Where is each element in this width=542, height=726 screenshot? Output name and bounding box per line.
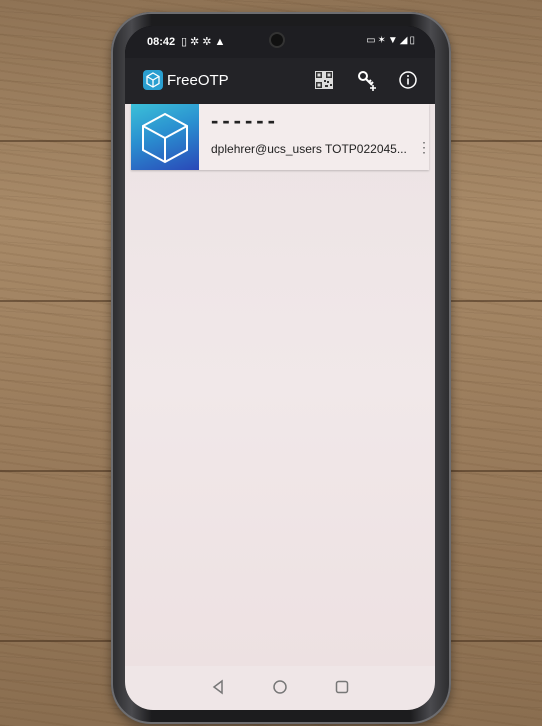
front-camera (271, 34, 283, 46)
add-key-icon[interactable] (357, 70, 377, 92)
cube-icon (142, 112, 188, 164)
status-bar: 08:42 ▯✲✲▲ ▭✶▼◢▯ (125, 26, 435, 58)
phone-device: 08:42 ▯✲✲▲ ▭✶▼◢▯ FreeOTP ------ dplehrer… (111, 12, 451, 724)
notification-icons: ▯✲✲▲ (181, 36, 229, 48)
app-logo-icon (143, 70, 163, 90)
info-icon[interactable] (398, 70, 418, 90)
token-label: dplehrer@ucs_users TOTP022045... (211, 142, 407, 156)
app-title: FreeOTP (167, 72, 229, 89)
recents-icon[interactable] (333, 678, 351, 696)
navigation-bar (125, 666, 435, 710)
token-code: ------ (211, 108, 279, 133)
qr-code-icon[interactable] (315, 71, 333, 89)
system-status-icons: ▭✶▼◢▯ (366, 35, 417, 46)
token-image (131, 104, 199, 170)
home-icon[interactable] (271, 678, 289, 696)
back-icon[interactable] (209, 678, 227, 696)
status-time: 08:42 (147, 36, 176, 48)
app-bar: FreeOTP (125, 58, 435, 104)
token-list: ------ dplehrer@ucs_users TOTP022045... … (125, 104, 435, 666)
phone-screen: 08:42 ▯✲✲▲ ▭✶▼◢▯ FreeOTP ------ dplehrer… (125, 26, 435, 710)
overflow-menu-icon[interactable]: ⋮ (417, 140, 431, 164)
token-card[interactable]: ------ dplehrer@ucs_users TOTP022045... … (131, 104, 431, 170)
